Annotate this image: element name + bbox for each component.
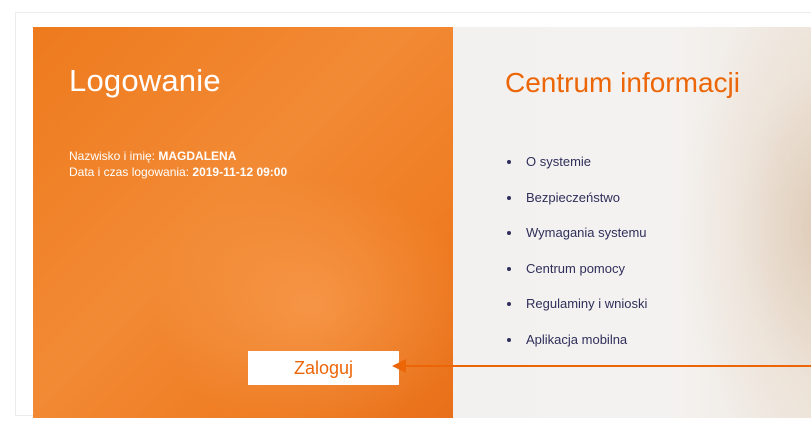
info-link-o-systemie[interactable]: O systemie <box>505 153 647 189</box>
user-name-label: Nazwisko i imię: <box>69 149 159 163</box>
bullet-icon <box>507 302 511 306</box>
bullet-icon <box>507 337 511 342</box>
login-button[interactable]: Zaloguj <box>248 351 399 385</box>
info-link-regulaminy-i-wnioski[interactable]: Regulaminy i wnioski <box>505 295 647 331</box>
login-datetime-row: Data i czas logowania: 2019-11-12 09:00 <box>69 164 287 180</box>
login-datetime-value: 2019-11-12 09:00 <box>192 165 288 179</box>
info-link-label: Regulaminy i wnioski <box>526 296 648 311</box>
bullet-icon <box>507 195 511 200</box>
pointer-arrow-icon <box>392 359 406 373</box>
info-link-label: Wymagania systemu <box>526 225 647 240</box>
bullet-icon <box>507 231 511 235</box>
bullet-icon <box>507 160 511 164</box>
info-link-label: Centrum pomocy <box>526 260 625 276</box>
info-center-panel: Centrum informacji O systemie Bezpieczeń… <box>453 27 811 418</box>
info-link-centrum-pomocy[interactable]: Centrum pomocy <box>505 260 647 296</box>
info-links-list: O systemie Bezpieczeństwo Wymagania syst… <box>505 153 647 366</box>
info-link-label: Aplikacja mobilna <box>526 331 628 347</box>
login-panel: Logowanie Nazwisko i imię: MAGDALENA Dat… <box>33 27 453 418</box>
login-details: Nazwisko i imię: MAGDALENA Data i czas l… <box>69 148 287 180</box>
info-link-label: Bezpieczeństwo <box>526 189 620 205</box>
login-datetime-label: Data i czas logowania: <box>69 165 193 179</box>
bullet-icon <box>507 266 511 271</box>
user-name-row: Nazwisko i imię: MAGDALENA <box>69 148 287 164</box>
pointer-arrow-line <box>400 365 811 367</box>
user-name-value: MAGDALENA <box>158 149 237 163</box>
info-link-bezpieczenstwo[interactable]: Bezpieczeństwo <box>505 189 647 225</box>
login-title: Logowanie <box>69 63 221 98</box>
info-link-wymagania-systemu[interactable]: Wymagania systemu <box>505 224 647 260</box>
info-link-label: O systemie <box>526 154 592 169</box>
info-link-aplikacja-mobilna[interactable]: Aplikacja mobilna <box>505 331 647 367</box>
info-center-title: Centrum informacji <box>505 67 740 98</box>
